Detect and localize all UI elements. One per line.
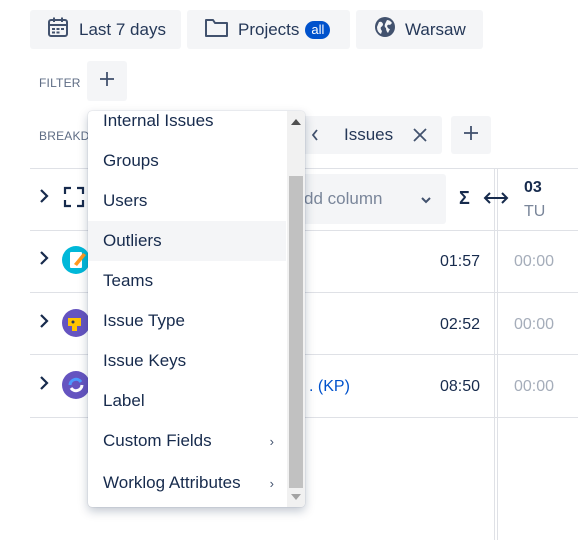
timezone-label: Warsaw — [405, 19, 466, 39]
menu-item-issue-type[interactable]: Issue Type — [88, 301, 286, 341]
menu-item-label: Outliers — [103, 231, 162, 250]
avatar — [62, 309, 90, 337]
menu-item-label: Label — [103, 391, 145, 410]
day-number: 03 — [524, 179, 542, 196]
menu-item-label: Users — [103, 191, 148, 210]
plus-icon — [462, 124, 480, 147]
menu-item-outliers[interactable]: Outliers — [88, 221, 286, 261]
calendar-icon — [47, 16, 69, 43]
add-column-placeholder: dd column — [304, 189, 383, 208]
breakdown-chip[interactable]: Issues — [296, 116, 442, 154]
day-name: TU — [524, 203, 546, 220]
column-divider — [494, 168, 495, 540]
add-breakdown-button[interactable] — [451, 116, 491, 154]
menu-item-label: Groups — [103, 151, 159, 170]
row-total-time: 08:50 — [440, 378, 481, 395]
projects-button[interactable]: Projects all — [187, 10, 350, 49]
menu-item-label: Issue Keys — [103, 351, 187, 370]
close-icon[interactable] — [413, 127, 427, 147]
menu-item-label-field[interactable]: Label — [88, 381, 286, 421]
menu-item-worklog-attributes[interactable]: Worklog Attributes › — [88, 463, 286, 503]
menu-item-label: Worklog Attributes — [103, 473, 241, 492]
filter-label: FILTER — [39, 76, 81, 90]
expand-row-chevron-icon[interactable] — [38, 313, 50, 329]
row-day-time[interactable]: 00:00 — [514, 253, 554, 271]
breakdown-chip-label: Issues — [344, 125, 394, 144]
row-total-time: 02:52 — [440, 316, 481, 333]
row-link[interactable]: . (KP) — [309, 378, 350, 396]
menu-item-internal-issues[interactable]: Internal Issues — [88, 111, 286, 141]
chevron-down-icon — [420, 193, 432, 211]
menu-item-custom-fields[interactable]: Custom Fields › — [88, 421, 286, 461]
scroll-up-arrow-icon[interactable] — [291, 119, 301, 125]
expand-row-chevron-icon[interactable] — [38, 375, 50, 391]
menu-item-label: Teams — [103, 271, 154, 290]
menu-item-issue-keys[interactable]: Issue Keys — [88, 341, 286, 381]
scrollbar-thumb[interactable] — [289, 176, 303, 488]
menu-item-users[interactable]: Users — [88, 181, 286, 221]
plus-icon — [98, 70, 116, 93]
submenu-arrow-icon: › — [269, 475, 274, 491]
add-column-select[interactable]: dd column — [296, 174, 446, 224]
menu-item-label: Issue Type — [103, 311, 185, 330]
timezone-button[interactable]: Warsaw — [356, 10, 483, 49]
menu-item-label: Custom Fields — [103, 431, 212, 450]
breakdown-dropdown-menu: Internal Issues Groups Users Outliers Te… — [88, 111, 305, 507]
avatar — [62, 246, 90, 274]
avatar — [62, 371, 90, 399]
globe-icon — [374, 16, 396, 43]
row-day-time[interactable]: 00:00 — [514, 316, 554, 334]
submenu-arrow-icon: › — [269, 433, 274, 449]
column-divider — [497, 168, 498, 540]
projects-count-badge: all — [305, 20, 331, 39]
expand-all-chevron-icon[interactable] — [38, 188, 50, 204]
fullscreen-icon[interactable] — [63, 186, 85, 213]
dropdown-scrollbar[interactable] — [287, 111, 305, 507]
row-total-time: 01:57 — [440, 253, 481, 270]
sum-column-header: Σ — [459, 188, 470, 208]
row-day-time[interactable]: 00:00 — [514, 378, 554, 396]
expand-row-chevron-icon[interactable] — [38, 250, 50, 266]
scroll-down-arrow-icon[interactable] — [291, 494, 301, 500]
add-filter-button[interactable] — [87, 61, 127, 101]
projects-label: Projects — [238, 19, 300, 39]
menu-item-groups[interactable]: Groups — [88, 141, 286, 181]
menu-item-label: Internal Issues — [103, 111, 214, 130]
date-range-label: Last 7 days — [79, 19, 166, 39]
menu-item-teams[interactable]: Teams — [88, 261, 286, 301]
resize-column-icon[interactable] — [483, 190, 509, 211]
breakdown-label: BREAKD — [39, 129, 90, 143]
date-range-button[interactable]: Last 7 days — [30, 10, 181, 49]
chevron-left-icon[interactable] — [310, 127, 320, 148]
folder-icon — [204, 16, 230, 43]
